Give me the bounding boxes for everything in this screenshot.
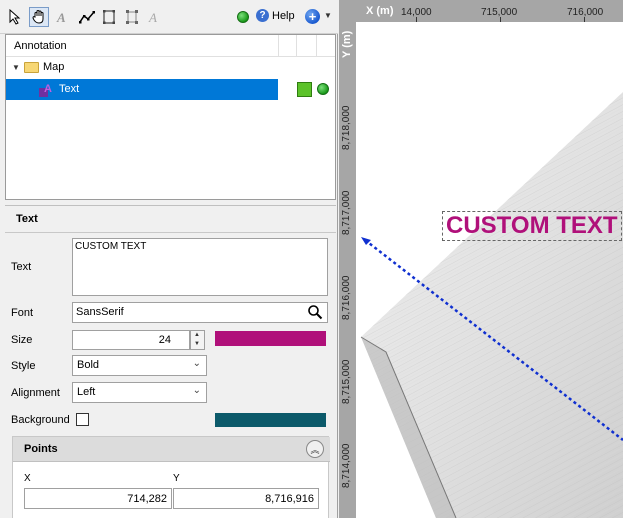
collapse-icon[interactable]: ︽	[306, 440, 324, 458]
pan-hand-icon[interactable]	[29, 7, 49, 27]
svg-text:A: A	[56, 10, 66, 24]
rectangle-icon[interactable]	[99, 7, 119, 27]
text-content-field[interactable]: CUSTOM TEXT	[72, 238, 328, 296]
dashed-line-segment	[364, 239, 623, 441]
size-spinner[interactable]: ▲ ▼	[190, 330, 205, 350]
points-panel: Points ︽ X Y 714,282 8,716,916	[12, 436, 330, 518]
alignment-label: Alignment	[11, 387, 60, 399]
spin-up-icon[interactable]: ▲	[194, 332, 200, 338]
background-checkbox[interactable]	[76, 413, 89, 426]
tree-item-label: Map	[43, 61, 65, 73]
points-column-x: X	[24, 473, 31, 484]
points-column-y: Y	[173, 473, 180, 484]
tree-item-map[interactable]: ▼ Map	[6, 57, 335, 78]
chevron-down-icon[interactable]: ▼	[324, 11, 332, 20]
y-tick-label: 8,716,000	[341, 275, 352, 321]
polyline-icon[interactable]	[77, 7, 97, 27]
alignment-select[interactable]: Left ⌄	[72, 382, 207, 403]
x-axis-label: X (m)	[366, 5, 394, 17]
font-label: Font	[11, 307, 34, 319]
tree-item-label: Text	[59, 83, 80, 95]
background-label: Background	[11, 414, 70, 426]
help-icon: ?	[256, 9, 269, 22]
chevron-down-icon: ⌄	[192, 358, 201, 369]
y-tick-label: 8,715,000	[341, 359, 352, 405]
text-color-swatch[interactable]	[215, 331, 326, 346]
chevron-down-icon: ⌄	[192, 385, 201, 396]
points-title: Points	[24, 443, 58, 455]
annotation-toolbar: A A ? Help + ▼	[0, 0, 338, 34]
custom-text-annotation[interactable]: CUSTOM TEXT	[442, 211, 622, 241]
svg-text:A: A	[44, 83, 52, 95]
x-tick-label: 716,000	[567, 7, 604, 18]
y-tick-label: 8,717,000	[341, 190, 352, 236]
properties-panel: Text Text CUSTOM TEXT Font SansSerif Siz…	[5, 205, 336, 518]
text-tool-icon[interactable]: A	[53, 7, 73, 27]
point-x-input[interactable]: 714,282	[24, 488, 172, 509]
y-tick-label: 8,714,000	[341, 443, 352, 489]
annotation-line[interactable]	[339, 0, 623, 518]
point-y-input[interactable]: 8,716,916	[173, 488, 319, 509]
size-input[interactable]: 24	[72, 330, 190, 350]
x-axis-ruler: X (m) 14,000 715,000 716,000	[339, 0, 623, 22]
annotation-tree: Annotation ▼ Map A Text	[5, 34, 336, 200]
text-label: Text	[11, 261, 32, 273]
left-panel: A A ? Help + ▼ Annotation ▼ Map A Text T…	[0, 0, 338, 518]
help-label: Help	[272, 9, 295, 22]
font-field[interactable]: SansSerif	[72, 302, 328, 323]
text-layer-icon: A	[39, 83, 52, 97]
status-ok-icon	[237, 11, 249, 23]
tree-header-label: Annotation	[14, 40, 67, 52]
map-canvas[interactable]: X (m) 14,000 715,000 716,000 Y (m) 8,718…	[339, 0, 623, 518]
background-color-swatch[interactable]	[215, 413, 326, 427]
select-arrow-icon[interactable]	[5, 7, 25, 27]
text-style-icon[interactable]: A	[145, 7, 165, 27]
folder-icon	[24, 62, 39, 73]
search-icon[interactable]	[307, 304, 323, 320]
edit-pencil-icon[interactable]	[297, 82, 312, 97]
alignment-select-value: Left	[77, 386, 96, 398]
points-header[interactable]: Points ︽	[13, 437, 330, 462]
tree-item-text[interactable]: A Text	[6, 79, 335, 100]
expand-triangle-icon[interactable]: ▼	[12, 63, 20, 72]
style-select-value: Bold	[77, 359, 100, 371]
visibility-icon[interactable]	[317, 83, 329, 95]
size-label: Size	[11, 334, 33, 346]
add-annotation-button[interactable]: +	[305, 9, 320, 24]
resize-icon[interactable]	[122, 7, 142, 27]
spin-down-icon[interactable]: ▼	[194, 341, 200, 347]
y-tick-label: 8,718,000	[341, 105, 352, 151]
y-axis-label: Y (m)	[341, 30, 353, 58]
properties-title: Text	[16, 213, 38, 225]
line-arrow-icon	[361, 237, 371, 245]
tree-header: Annotation	[6, 35, 335, 57]
y-axis-ruler: Y (m) 8,718,000 8,717,000 8,716,000 8,71…	[339, 0, 356, 518]
svg-text:A: A	[148, 10, 157, 24]
style-select[interactable]: Bold ⌄	[72, 355, 207, 376]
style-label: Style	[11, 360, 36, 372]
help-button[interactable]: ? Help	[256, 9, 295, 22]
